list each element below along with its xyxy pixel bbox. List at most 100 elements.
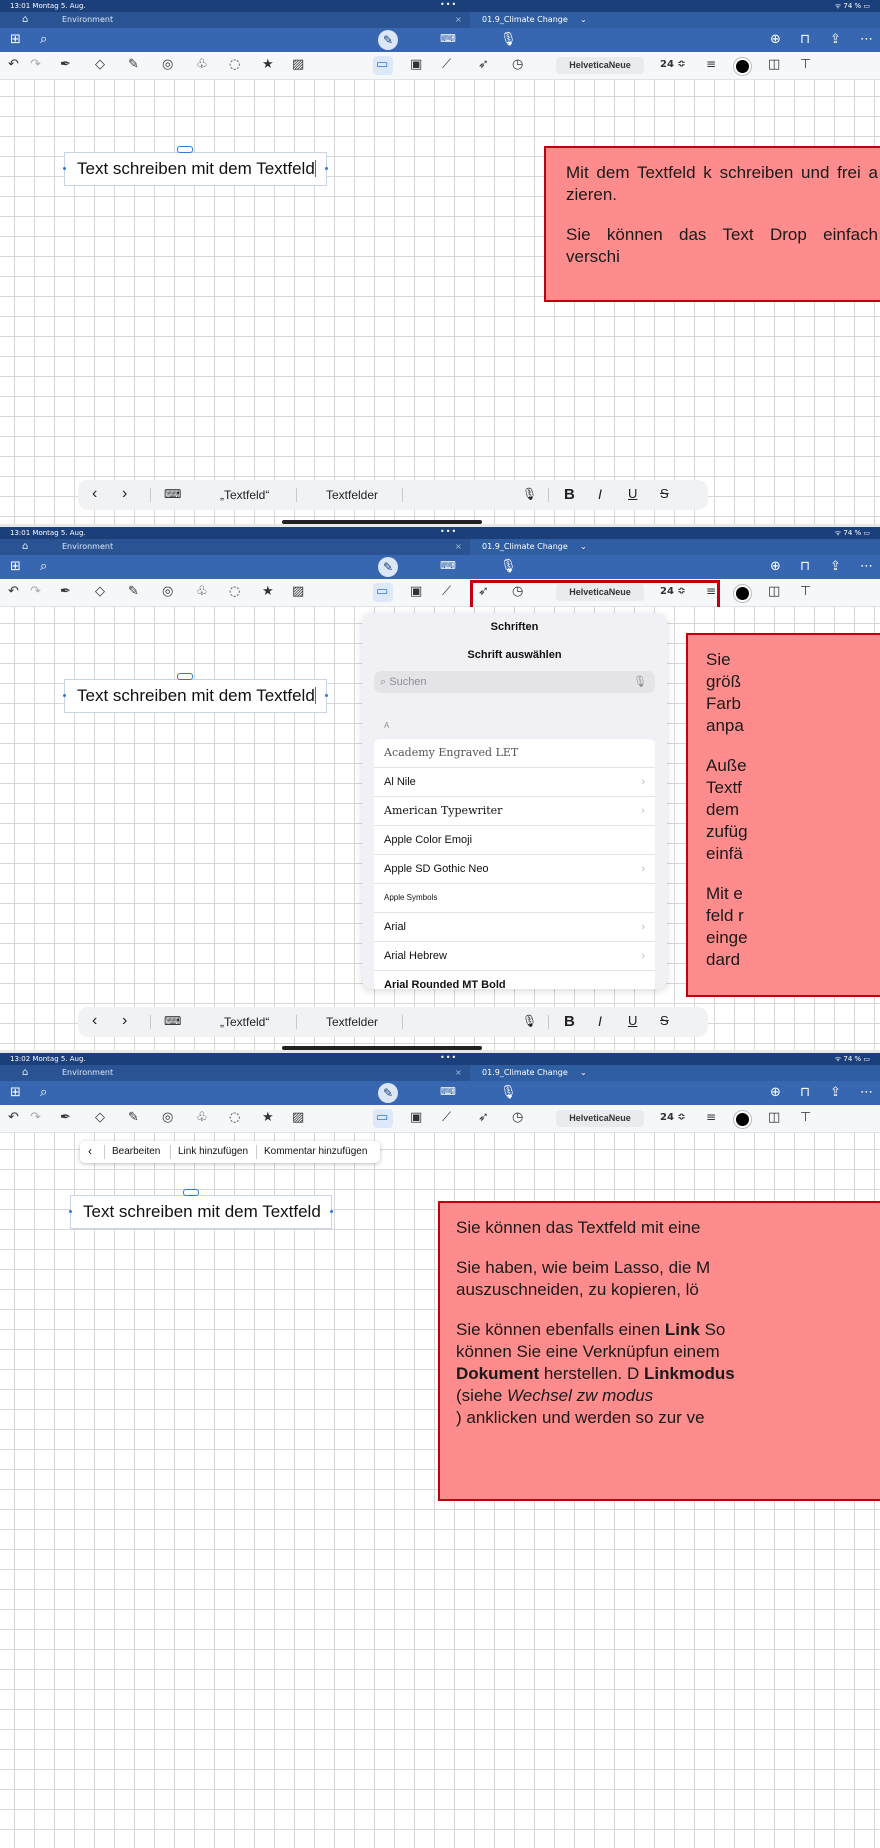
add-page-icon[interactable]: ⊕ [770,559,781,574]
font-list-item[interactable]: Al Nile › [374,768,655,797]
more-icon[interactable]: ⋯ [860,1085,873,1100]
align-icon[interactable]: ≡ [706,1110,716,1124]
redo-icon[interactable]: ↷ [30,584,41,599]
suggestion-1[interactable]: „Textfeld“ [220,488,269,502]
lasso-icon[interactable]: ◌ [229,584,240,599]
shape-icon[interactable]: ◎ [162,584,173,599]
more-icon[interactable]: ⋯ [860,32,873,47]
pen-icon[interactable]: ✒ [60,584,71,599]
font-list-item[interactable]: Arial › [374,913,655,942]
suggestion-2[interactable]: Textfelder [326,1015,378,1029]
sticker-icon[interactable]: ★ [262,584,274,599]
elements-icon[interactable]: ♧ [196,1110,208,1125]
align-icon[interactable]: ≡ [706,57,716,71]
share-icon[interactable]: ⇪ [830,32,841,47]
underline-button[interactable]: U [628,1013,637,1028]
mic-icon[interactable]: 🎙︎ [522,487,537,501]
tab-environment[interactable]: Environment [62,15,113,24]
undo-icon[interactable]: ↶ [8,584,19,599]
textbox-icon[interactable]: ▭ [376,584,388,599]
text-style-icon[interactable]: ⊤ [800,57,811,72]
search-icon[interactable]: ⌕ [40,32,47,47]
move-handle[interactable] [183,1189,199,1196]
pen-mode-icon[interactable]: ✎ [378,30,398,50]
fill-icon[interactable]: ◫ [768,584,780,599]
italic-button[interactable]: I [598,1013,602,1029]
multitask-dots[interactable]: ••• [440,0,457,9]
fill-icon[interactable]: ◫ [768,57,780,72]
bookmark-icon[interactable]: ⊓ [800,1085,810,1100]
color-picker-icon[interactable] [736,587,749,600]
bookmark-icon[interactable]: ⊓ [800,32,810,47]
multitask-dots[interactable]: ••• [440,1053,457,1062]
keyboard-icon[interactable]: ⌨ [440,1085,456,1098]
laser-icon[interactable]: ➶ [478,1110,489,1125]
note-canvas[interactable]: Text schreiben mit dem Textfeld Schrifte… [0,607,880,1050]
forward-button[interactable]: › [122,1012,127,1030]
mic-icon[interactable]: 🎙︎ [500,1085,517,1100]
font-list-item[interactable]: Apple Symbols [374,884,655,913]
shape-icon[interactable]: ◎ [162,57,173,72]
textfield-content[interactable]: Text schreiben mit dem Textfeld [77,686,315,705]
pen-icon[interactable]: ✒ [60,1110,71,1125]
laser-icon[interactable]: ➶ [478,57,489,72]
right-handle[interactable] [325,167,329,170]
mic-icon[interactable]: 🎙︎ [522,1014,537,1028]
ruler-icon[interactable]: ⟋ [442,584,451,599]
clock-icon[interactable]: ◷ [512,1110,523,1125]
back-button[interactable]: ‹ [92,485,97,503]
sticker-icon[interactable]: ★ [262,57,274,72]
camera-icon[interactable]: ▣ [410,584,422,599]
grid-icon[interactable]: ⊞ [10,559,21,574]
font-picker[interactable]: HelveticaNeue [556,57,644,74]
house-icon[interactable]: ⌂ [22,1067,28,1078]
multitask-dots[interactable]: ••• [440,527,457,536]
tab-active[interactable]: 01.9_Climate Change ⌄ [470,539,880,555]
textfield[interactable]: Text schreiben mit dem Textfeld [63,146,329,186]
move-handle[interactable] [177,673,193,680]
context-add-link-button[interactable]: Link hinzufügen [178,1146,248,1157]
house-icon[interactable]: ⌂ [22,14,28,25]
font-list-item[interactable]: Apple SD Gothic Neo › [374,855,655,884]
share-icon[interactable]: ⇪ [830,559,841,574]
eraser-icon[interactable]: ◇ [95,1110,105,1125]
font-list-item[interactable]: American Typewriter › [374,797,655,826]
image-icon[interactable]: ▨ [292,1110,304,1125]
bold-button[interactable]: B [564,486,575,503]
search-icon[interactable]: ⌕ [40,1085,47,1100]
font-search-input[interactable]: ⌕ Suchen 🎙︎ [374,671,655,693]
lasso-icon[interactable]: ◌ [229,1110,240,1125]
textfield[interactable]: Text schreiben mit dem Textfeld [63,673,329,713]
back-button[interactable]: ‹ [92,1012,97,1030]
mic-icon[interactable]: 🎙︎ [500,559,517,574]
italic-button[interactable]: I [598,486,602,502]
tab-active[interactable]: 01.9_Climate Change ⌄ [470,1065,880,1081]
context-add-comment-button[interactable]: Kommentar hinzufügen [264,1146,367,1157]
camera-icon[interactable]: ▣ [410,1110,422,1125]
search-icon[interactable]: ⌕ [40,559,47,574]
strikethrough-button[interactable]: S [660,486,669,501]
grid-icon[interactable]: ⊞ [10,32,21,47]
eraser-icon[interactable]: ◇ [95,584,105,599]
fill-icon[interactable]: ◫ [768,1110,780,1125]
left-handle[interactable] [63,694,66,697]
camera-icon[interactable]: ▣ [410,57,422,72]
context-back-button[interactable]: ‹ [88,1144,92,1158]
font-list-item[interactable]: Academy Engraved LET [374,739,655,768]
textfield[interactable]: Text schreiben mit dem Textfeld [69,1189,333,1229]
ruler-icon[interactable]: ⟋ [442,57,451,72]
right-handle[interactable] [329,1210,333,1213]
color-picker-icon[interactable] [736,60,749,73]
image-icon[interactable]: ▨ [292,584,304,599]
note-canvas[interactable]: Text schreiben mit dem Textfeld Mit dem … [0,80,880,524]
more-icon[interactable]: ⋯ [860,559,873,574]
undo-icon[interactable]: ↶ [8,1110,19,1125]
suggestion-2[interactable]: Textfelder [326,488,378,502]
mic-icon[interactable]: 🎙︎ [500,32,517,47]
tab-active[interactable]: 01.9_Climate Change ⌄ [470,12,880,28]
share-icon[interactable]: ⇪ [830,1085,841,1100]
font-list-item[interactable]: Apple Color Emoji [374,826,655,855]
color-picker-icon[interactable] [736,1113,749,1126]
close-icon[interactable]: × [455,15,462,24]
suggestion-1[interactable]: „Textfeld“ [220,1015,269,1029]
